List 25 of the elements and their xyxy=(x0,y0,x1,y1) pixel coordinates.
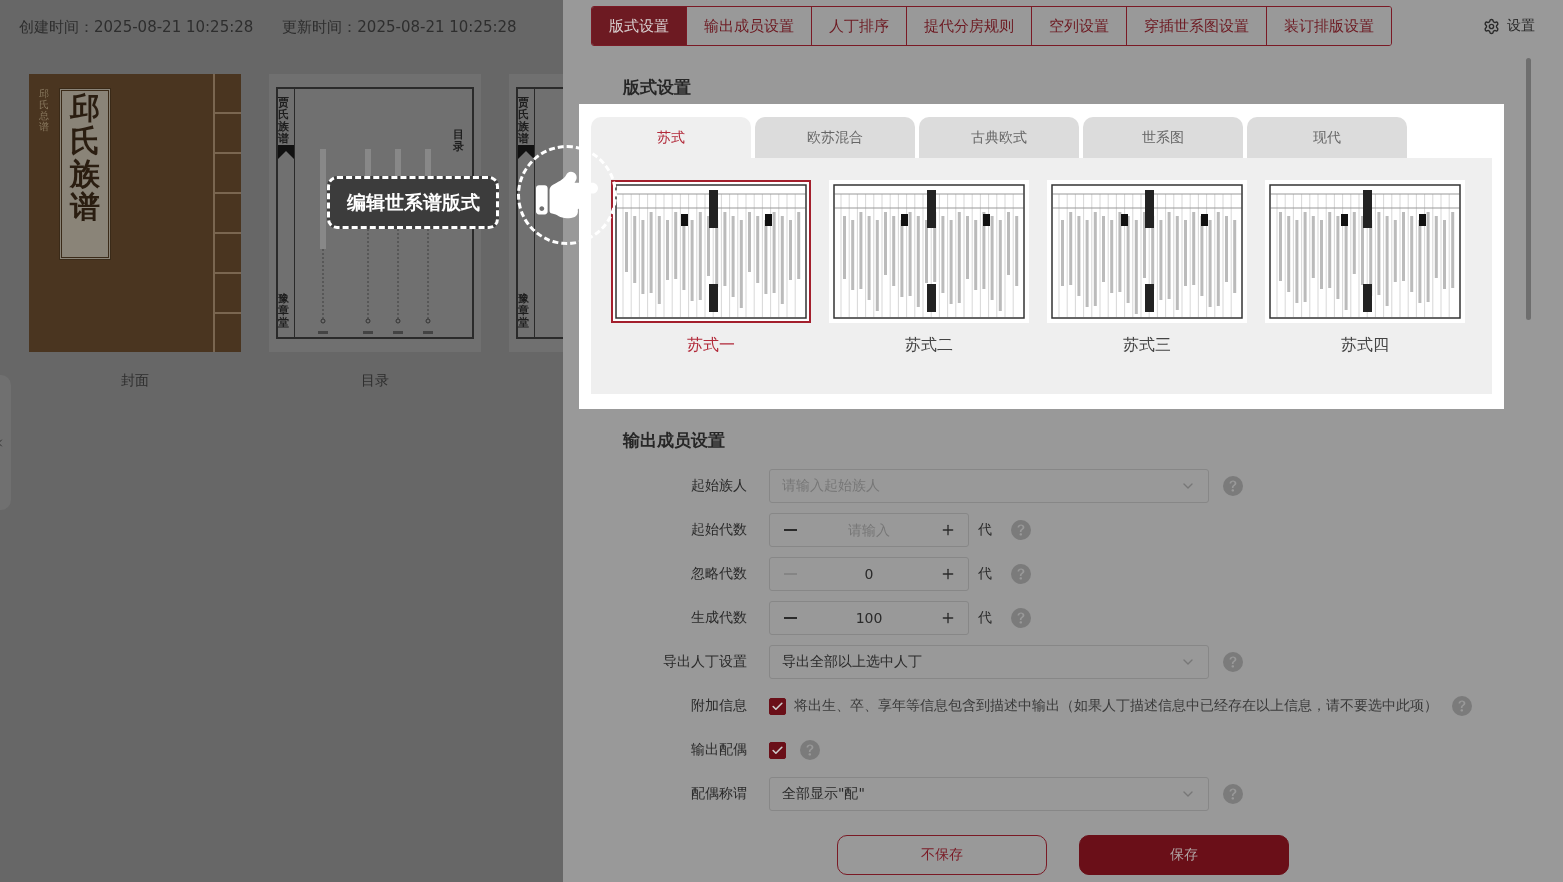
section-title: 版式设置 xyxy=(623,76,691,98)
layout-name: 苏式四 xyxy=(1341,335,1389,356)
unit-label: 代 xyxy=(978,565,992,583)
unit-label: 代 xyxy=(978,521,992,539)
edit-layout-tooltip: 编辑世系谱版式 xyxy=(327,176,499,229)
field-label: 忽略代数 xyxy=(691,565,747,583)
field-label: 起始代数 xyxy=(691,521,747,539)
spine-title: 贾氏族谱 xyxy=(278,97,289,146)
field-label: 附加信息 xyxy=(691,697,747,715)
layout-name: 苏式三 xyxy=(1123,335,1171,356)
layout-name: 苏式二 xyxy=(905,335,953,356)
checkbox-label: 将出生、卒、享年等信息包含到描述中输出（如果人丁描述信息中已经存在以上信息，请不要选中此项） xyxy=(794,697,1438,715)
hall-name: 豫章堂 xyxy=(518,292,529,329)
layout-name: 苏式一 xyxy=(687,335,735,356)
cover-title: 邱氏族谱 xyxy=(70,91,100,223)
field-label: 起始族人 xyxy=(691,477,747,495)
hall-name: 豫章堂 xyxy=(278,292,289,329)
field-label: 生成代数 xyxy=(691,609,747,627)
unit-label: 代 xyxy=(978,609,992,627)
field-label: 输出配偶 xyxy=(691,741,747,759)
page-heading: 目录 xyxy=(453,129,464,154)
spine-title: 贾氏族谱 xyxy=(518,97,529,146)
field-label: 配偶称谓 xyxy=(691,785,747,803)
section-title: 输出成员设置 xyxy=(623,429,725,451)
field-label: 导出人丁设置 xyxy=(663,653,747,671)
